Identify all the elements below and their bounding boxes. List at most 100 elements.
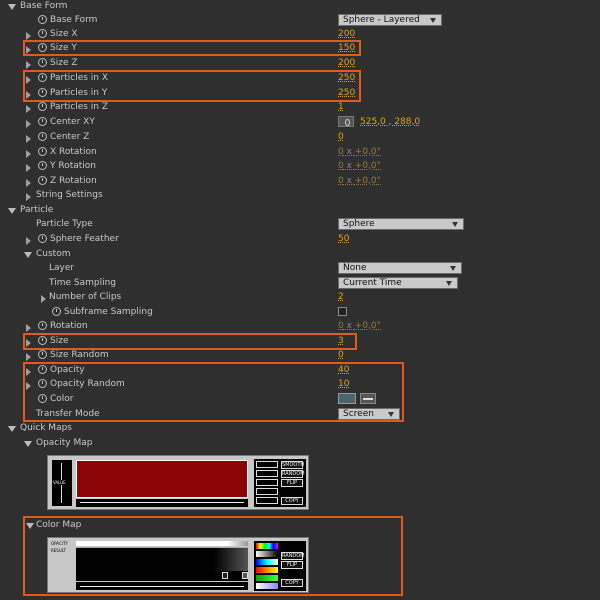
- color-map-gradient[interactable]: [76, 571, 248, 581]
- stopwatch-icon[interactable]: [38, 234, 47, 243]
- sphere-feather-value[interactable]: 50: [338, 234, 349, 244]
- preset-gradient-icon[interactable]: [256, 567, 278, 573]
- stopwatch-icon[interactable]: [38, 394, 47, 403]
- color-stop-handle[interactable]: [242, 572, 248, 579]
- size-x-value[interactable]: 200: [338, 29, 355, 39]
- expand-triangle-icon[interactable]: [26, 105, 31, 113]
- preset-gradient-icon[interactable]: [256, 559, 278, 565]
- expand-triangle-icon[interactable]: [26, 46, 31, 54]
- preset-curve-icon[interactable]: [256, 461, 278, 468]
- section-particle[interactable]: Particle: [0, 204, 600, 218]
- opacity-map-header[interactable]: Opacity Map: [0, 437, 600, 451]
- preset-curve-icon[interactable]: [256, 470, 278, 477]
- transfer-mode-dropdown[interactable]: Screen: [338, 408, 400, 420]
- expand-triangle-icon[interactable]: [8, 4, 16, 10]
- section-quick-maps[interactable]: Quick Maps: [0, 422, 600, 436]
- smooth-button[interactable]: SMOOTH: [281, 461, 304, 469]
- size-random-value[interactable]: 0: [338, 350, 344, 360]
- copy-button[interactable]: COPY: [281, 579, 303, 587]
- expand-triangle-icon[interactable]: [8, 426, 16, 432]
- preset-curve-icon[interactable]: [256, 497, 278, 504]
- expand-triangle-icon[interactable]: [26, 76, 31, 84]
- expand-triangle-icon[interactable]: [26, 368, 31, 376]
- size-z-value[interactable]: 200: [338, 58, 355, 68]
- stopwatch-icon[interactable]: [38, 43, 47, 52]
- expand-triangle-icon[interactable]: [26, 91, 31, 99]
- string-settings-row[interactable]: String Settings: [0, 189, 600, 203]
- expand-triangle-icon[interactable]: [26, 339, 31, 347]
- y-rotation-value[interactable]: 0 x +0,0°: [338, 161, 381, 171]
- size-value[interactable]: 3: [338, 336, 344, 346]
- crosshair-icon[interactable]: [338, 116, 354, 127]
- opacity-random-value[interactable]: 10: [338, 379, 349, 389]
- color-map-result-area[interactable]: [76, 547, 248, 572]
- color-swatch[interactable]: [338, 393, 356, 404]
- expand-triangle-icon[interactable]: [24, 252, 32, 258]
- particles-x-value[interactable]: 250: [338, 73, 355, 83]
- layer-dropdown[interactable]: None: [338, 262, 462, 274]
- preset-gradient-icon[interactable]: [256, 543, 278, 549]
- expand-triangle-icon[interactable]: [26, 324, 31, 332]
- number-of-clips-value[interactable]: 2: [338, 292, 344, 302]
- expand-triangle-icon[interactable]: [26, 179, 31, 187]
- stopwatch-icon[interactable]: [38, 58, 47, 67]
- expand-triangle-icon[interactable]: [26, 150, 31, 158]
- particles-y-value[interactable]: 250: [338, 88, 355, 98]
- expand-triangle-icon[interactable]: [26, 382, 31, 390]
- opacity-value[interactable]: 40: [338, 365, 349, 375]
- stopwatch-icon[interactable]: [38, 117, 47, 126]
- expand-triangle-icon[interactable]: [26, 193, 31, 201]
- section-base-form[interactable]: Base Form: [0, 0, 600, 14]
- expand-triangle-icon[interactable]: [26, 32, 31, 40]
- color-map-header[interactable]: Color Map: [0, 519, 600, 533]
- particle-type-dropdown[interactable]: Sphere: [338, 218, 464, 230]
- x-rotation-value[interactable]: 0 x +0,0°: [338, 147, 381, 157]
- stopwatch-icon[interactable]: [38, 88, 47, 97]
- stopwatch-icon[interactable]: [38, 321, 47, 330]
- stopwatch-icon[interactable]: [38, 161, 47, 170]
- expand-triangle-icon[interactable]: [41, 295, 46, 303]
- subframe-checkbox[interactable]: [338, 307, 347, 316]
- stopwatch-icon[interactable]: [38, 147, 47, 156]
- expand-triangle-icon[interactable]: [26, 523, 34, 529]
- size-y-value[interactable]: 150: [338, 43, 355, 53]
- random-button[interactable]: RANDOM: [281, 470, 305, 478]
- random-button[interactable]: RANDOM: [281, 552, 305, 560]
- expand-triangle-icon[interactable]: [26, 135, 31, 143]
- rotation-value[interactable]: 0 x +0,0°: [338, 321, 381, 331]
- stopwatch-icon[interactable]: [38, 350, 47, 359]
- center-xy-value[interactable]: 525,0 , 288,0: [360, 117, 420, 127]
- stopwatch-icon[interactable]: [38, 176, 47, 185]
- color-stop-handle[interactable]: [222, 572, 228, 579]
- stopwatch-icon[interactable]: [38, 29, 47, 38]
- center-z-value[interactable]: 0: [338, 132, 344, 142]
- preset-gradient-icon[interactable]: [256, 583, 278, 589]
- custom-group-row[interactable]: Custom: [0, 248, 600, 262]
- eyedropper-icon[interactable]: [360, 393, 376, 404]
- particles-z-value[interactable]: 1: [338, 102, 344, 112]
- color-map-opacity-bar[interactable]: [76, 541, 248, 546]
- base-form-dropdown[interactable]: Sphere - Layered: [338, 14, 442, 26]
- z-rotation-value[interactable]: 0 x +0,0°: [338, 176, 381, 186]
- expand-triangle-icon[interactable]: [26, 61, 31, 69]
- stopwatch-icon[interactable]: [38, 336, 47, 345]
- preset-gradient-icon[interactable]: [256, 575, 278, 581]
- stopwatch-icon[interactable]: [38, 132, 47, 141]
- flip-button[interactable]: FLIP: [281, 479, 303, 487]
- flip-button[interactable]: FLIP: [281, 561, 303, 569]
- preset-gradient-icon[interactable]: [256, 551, 278, 557]
- expand-triangle-icon[interactable]: [26, 237, 31, 245]
- preset-curve-icon[interactable]: [256, 488, 278, 495]
- expand-triangle-icon[interactable]: [26, 120, 31, 128]
- opacity-curve-area[interactable]: [76, 460, 248, 498]
- expand-triangle-icon[interactable]: [24, 441, 32, 447]
- stopwatch-icon[interactable]: [38, 102, 47, 111]
- stopwatch-icon[interactable]: [38, 379, 47, 388]
- time-sampling-dropdown[interactable]: Current Time: [338, 277, 458, 289]
- expand-triangle-icon[interactable]: [8, 208, 16, 214]
- expand-triangle-icon[interactable]: [26, 353, 31, 361]
- stopwatch-icon[interactable]: [38, 73, 47, 82]
- stopwatch-icon[interactable]: [38, 15, 47, 24]
- expand-triangle-icon[interactable]: [26, 164, 31, 172]
- stopwatch-icon[interactable]: [52, 307, 61, 316]
